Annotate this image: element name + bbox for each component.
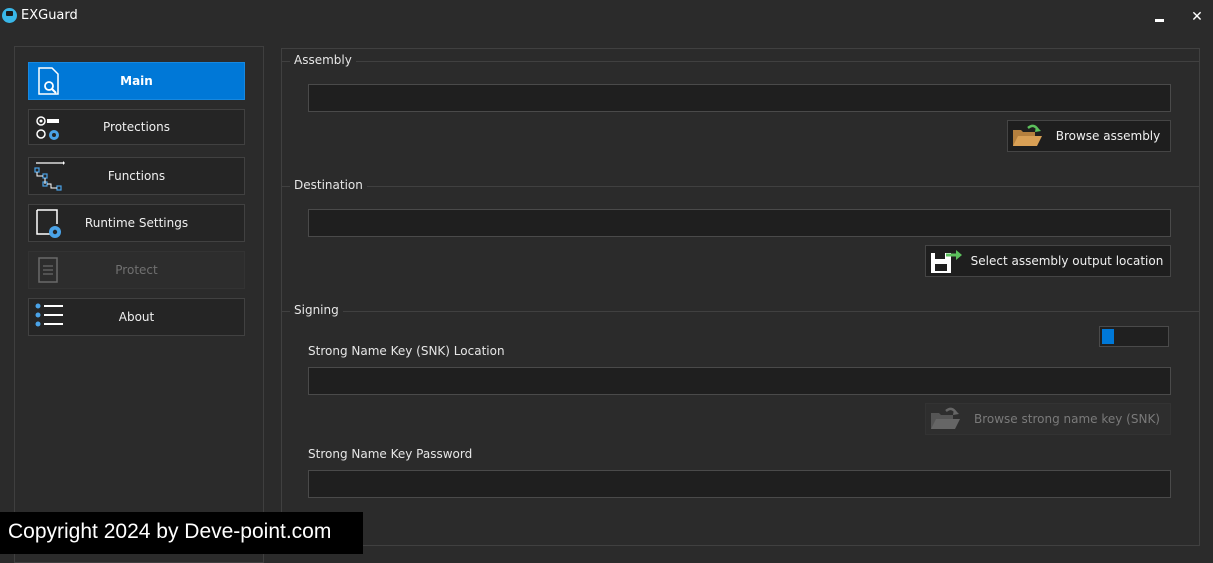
sidebar-item-label: Runtime Settings (84, 216, 189, 230)
sidebar-item-label: Protections (103, 120, 170, 134)
divider (282, 311, 1200, 312)
browse-assembly-button[interactable]: Browse assembly (1007, 120, 1171, 152)
browse-snk-label: Browse strong name key (SNK) (973, 412, 1160, 426)
window-title: EXGuard (21, 8, 78, 23)
snk-location-label: Strong Name Key (SNK) Location (308, 344, 505, 358)
document-lines-icon (38, 257, 58, 283)
select-output-location-label: Select assembly output location (970, 254, 1164, 268)
destination-path-input[interactable] (308, 209, 1171, 237)
divider (282, 61, 1200, 62)
signing-group-title: Signing (290, 303, 343, 317)
sidebar-item-protections[interactable]: Protections (28, 109, 245, 145)
document-gear-icon (36, 209, 61, 238)
open-folder-arrow-icon (931, 407, 960, 429)
app-logo-icon (2, 8, 17, 23)
copyright-watermark: Copyright 2024 by Deve-point.com (0, 512, 363, 554)
snk-path-input[interactable] (308, 367, 1171, 395)
select-output-location-button[interactable]: Select assembly output location (925, 245, 1171, 277)
document-search-icon (38, 67, 59, 95)
options-gear-icon (36, 116, 59, 140)
snk-password-label: Strong Name Key Password (308, 447, 473, 461)
toggle-knob (1102, 329, 1114, 344)
sidebar-item-protect[interactable]: Protect (28, 251, 245, 289)
title-bar: EXGuard ✕ (0, 0, 1213, 34)
minimize-button[interactable] (1144, 6, 1174, 28)
assembly-group-title: Assembly (290, 53, 356, 67)
browse-snk-button[interactable]: Browse strong name key (SNK) (925, 403, 1171, 435)
sidebar-item-label: Functions (107, 169, 166, 183)
assembly-path-input[interactable] (308, 84, 1171, 112)
destination-group-title: Destination (290, 178, 367, 192)
signing-toggle[interactable] (1099, 326, 1169, 347)
snk-password-input[interactable] (308, 470, 1171, 498)
floppy-arrow-icon (931, 250, 962, 273)
sidebar-item-label: Protect (115, 263, 158, 277)
sidebar-item-runtime-settings[interactable]: Runtime Settings (28, 204, 245, 242)
sidebar-item-functions[interactable]: Functions (28, 157, 245, 195)
sidebar-item-label: About (118, 310, 155, 324)
divider (282, 186, 1200, 187)
minimize-icon (1154, 18, 1164, 22)
open-folder-arrow-icon (1013, 124, 1042, 146)
close-button[interactable]: ✕ (1182, 6, 1212, 28)
tree-hierarchy-icon (34, 161, 65, 191)
sidebar-item-about[interactable]: About (28, 298, 245, 336)
sidebar-item-label: Main (120, 74, 153, 88)
browse-assembly-label: Browse assembly (1055, 129, 1161, 143)
list-icon (35, 303, 63, 327)
sidebar-item-main[interactable]: Main (28, 62, 245, 100)
